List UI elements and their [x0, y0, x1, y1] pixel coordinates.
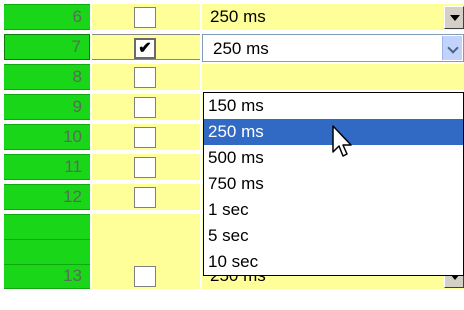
- row-number: 6: [4, 4, 90, 30]
- checkbox-cell: [92, 94, 200, 120]
- interval-value: 250 ms: [213, 39, 269, 58]
- chevron-down-icon[interactable]: [442, 36, 462, 60]
- option-10sec[interactable]: 10 sec: [204, 249, 463, 275]
- option-150ms[interactable]: 150 ms: [204, 93, 463, 119]
- row-checkbox[interactable]: [134, 266, 156, 287]
- interval-dropdown[interactable]: 250 ms: [202, 4, 464, 30]
- row-checkbox[interactable]: [134, 7, 156, 28]
- row-checkbox[interactable]: [134, 187, 156, 208]
- table-row: 7 ✔ 250 ms: [0, 33, 464, 63]
- checkbox-cell: [92, 64, 200, 90]
- checkbox-cell: [92, 124, 200, 150]
- option-5sec[interactable]: 5 sec: [204, 223, 463, 249]
- checkbox-cell: [92, 214, 200, 240]
- table-row: 6 250 ms: [0, 3, 464, 33]
- checkbox-cell: ✔: [92, 34, 200, 60]
- row-number: 11: [4, 154, 90, 180]
- option-1sec[interactable]: 1 sec: [204, 197, 463, 223]
- row-number: 10: [4, 124, 90, 150]
- interval-value: 250 ms: [210, 7, 266, 26]
- row-number: 7: [4, 34, 90, 60]
- row-number: 8: [4, 64, 90, 90]
- row-checkbox[interactable]: ✔: [134, 38, 156, 59]
- interval-dropdown-open[interactable]: 250 ms: [202, 34, 464, 62]
- checkbox-cell: [92, 4, 200, 30]
- interval-options-list: 150 ms 250 ms 500 ms 750 ms 1 sec 5 sec …: [203, 92, 464, 276]
- row-number-filler: [4, 214, 90, 240]
- checkbox-cell: [92, 154, 200, 180]
- row-number: 12: [4, 184, 90, 210]
- checkbox-cell: [92, 184, 200, 210]
- checkbox-cell: [92, 239, 200, 265]
- option-750ms[interactable]: 750 ms: [204, 171, 463, 197]
- mouse-pointer-icon: [332, 125, 352, 157]
- row-number-filler: [4, 239, 90, 265]
- row-checkbox[interactable]: [134, 67, 156, 88]
- row-number: 9: [4, 94, 90, 120]
- interval-cell: [202, 64, 464, 90]
- table-row: 8: [0, 63, 464, 93]
- chevron-down-icon[interactable]: [444, 6, 464, 29]
- row-checkbox[interactable]: [134, 157, 156, 178]
- row-checkbox[interactable]: [134, 127, 156, 148]
- row-checkbox[interactable]: [134, 97, 156, 118]
